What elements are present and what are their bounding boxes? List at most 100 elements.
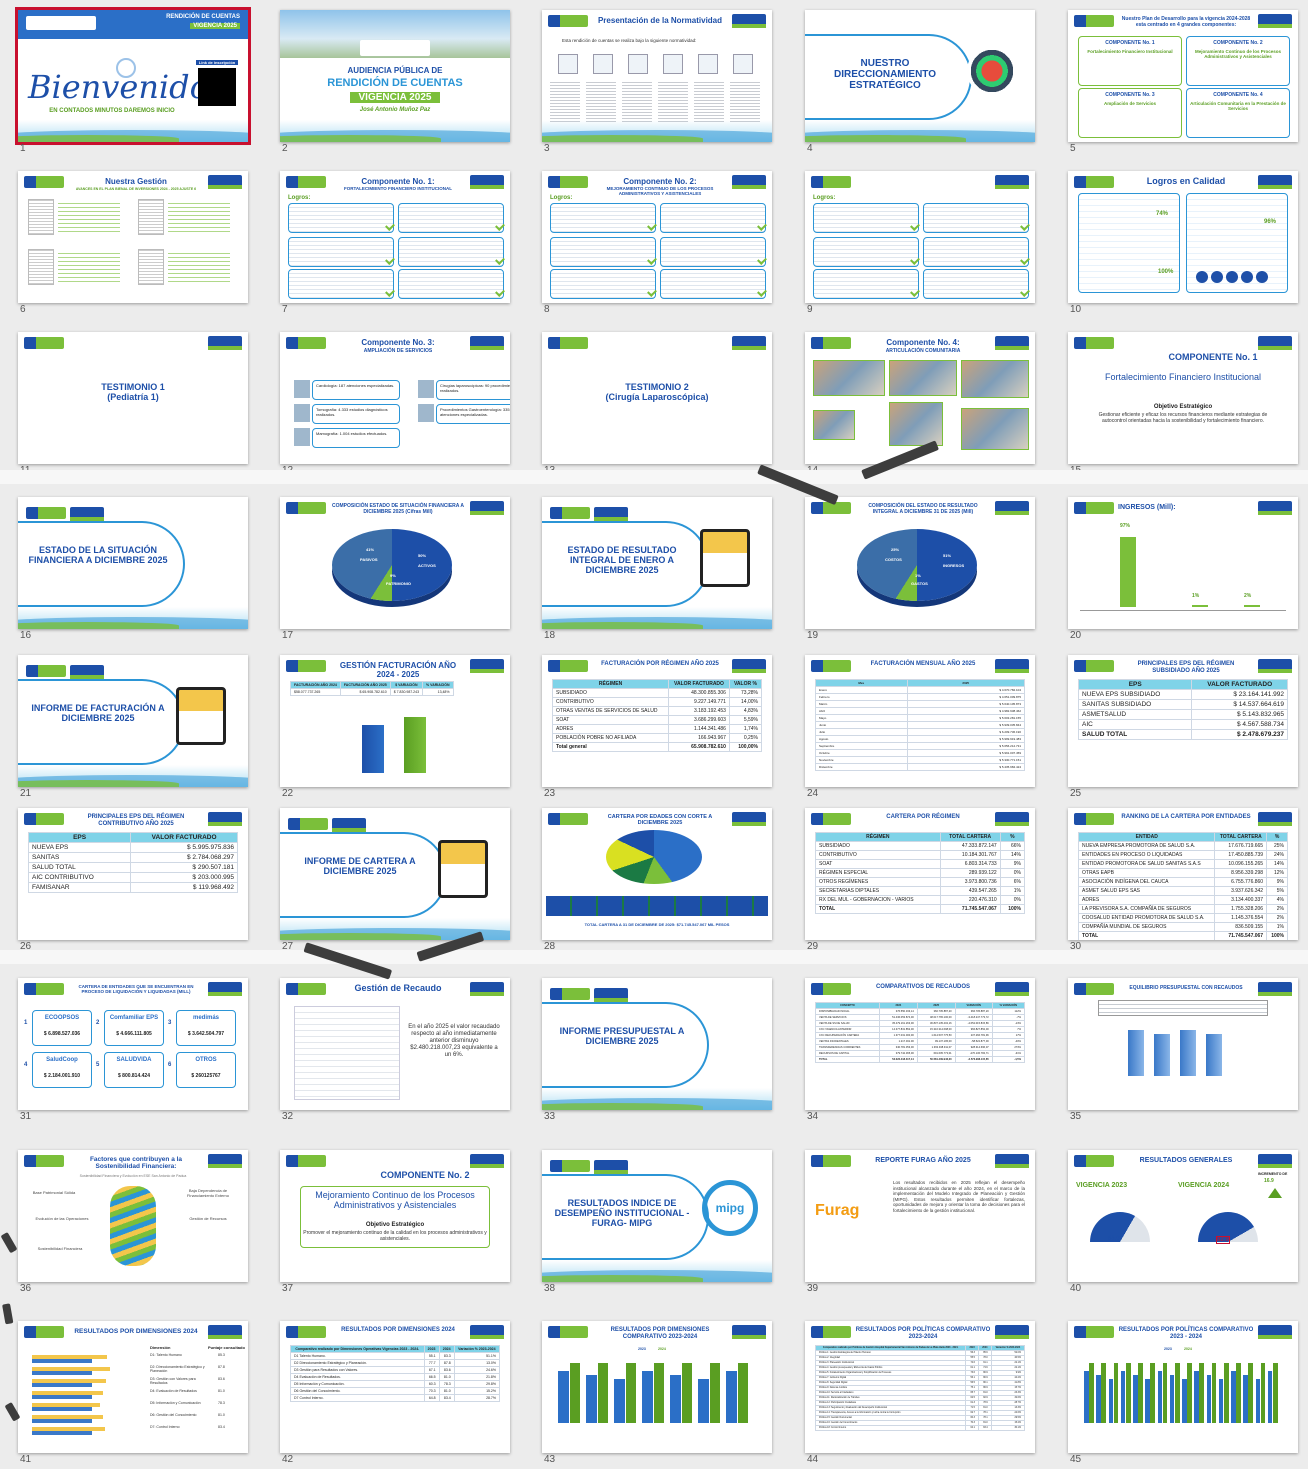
bar-2023 xyxy=(1133,1375,1138,1423)
year-badge: VIGENCIA 2025 xyxy=(190,23,240,29)
table-row: SUBSIDIADO 48.300.855.306 73,28% xyxy=(551,688,763,698)
table-cell: $ 7.830.987.243 xyxy=(389,688,424,696)
table-cell: 4% xyxy=(1266,895,1288,905)
slide-thumbnail-38[interactable]: RESULTADOS INDICE DE DESEMPEÑO INSTITUCI… xyxy=(542,1150,772,1282)
achievement-card xyxy=(550,203,656,233)
slide-thumbnail-23[interactable]: FACTURACIÓN POR RÉGIMEN AÑO 2025 RÉGIMEN V… xyxy=(542,655,772,787)
slide-thumbnail-6[interactable]: Nuestra Gestión AVANCES EN EL PLAN BIENAL… xyxy=(18,171,248,303)
slide-thumbnail-24[interactable]: FACTURACIÓN MENSUAL AÑO 2025 Mes 2025 Enero… xyxy=(805,655,1035,787)
table-cell: Junio xyxy=(815,721,908,729)
table-row: D2 Direccionamiento Estratégico y Planea… xyxy=(290,1359,501,1367)
total-label: TOTAL CARTERA A 31 DE DICIEMBRE DE 2025:… xyxy=(584,922,730,927)
hospital-logo xyxy=(1074,337,1114,349)
document-icon xyxy=(593,54,613,74)
slide-thumbnail-45[interactable]: RESULTADOS POR POLÍTICAS COMPARATIVO 202… xyxy=(1068,1321,1298,1453)
slide-thumbnail-16[interactable]: ESTADO DE LA SITUACIÓN FINANCIERA A DICI… xyxy=(18,497,248,629)
slide-thumbnail-7[interactable]: Componente No. 1: FORTALECIMIENTO FINANCI… xyxy=(280,171,510,303)
slide-number: 40 xyxy=(1070,1283,1082,1294)
slide-number: 2 xyxy=(282,143,288,154)
table-header: EPS VALOR FACTURADO xyxy=(1077,679,1288,690)
table-cell: 2023 xyxy=(423,1345,440,1353)
table-cell: $ 5.999.919.483 xyxy=(906,735,1025,743)
rendicion-logo xyxy=(70,665,104,679)
slide-thumbnail-25[interactable]: PRINCIPALES EPS DEL RÉGIMEN SUBSIDIADO A… xyxy=(1068,655,1298,787)
slide-thumbnail-30[interactable]: RANKING DE LA CARTERA POR ENTIDADES ENTID… xyxy=(1068,808,1298,940)
data-table: Comparativo realizado por Dimensiones Op… xyxy=(290,1345,501,1402)
slide-thumbnail-1[interactable]: RENDICIÓN DE CUENTAS VIGENCIA 2025 Bienven… xyxy=(15,7,251,145)
table-row: SALUD TOTAL $ 2.478.679.237 xyxy=(1077,729,1288,740)
slide-thumbnail-34[interactable]: COMPARATIVOS DE RECAUDOS CONCEPTO 2024 2025… xyxy=(805,978,1035,1110)
slide-thumbnail-32[interactable]: Gestión de Recaudo En el año 2025 el valo… xyxy=(280,978,510,1110)
slide-number: 1 xyxy=(20,143,26,154)
slide-thumbnail-42[interactable]: RESULTADOS POR DIMENSIONES 2024 Comparati… xyxy=(280,1321,510,1453)
bar-2023 xyxy=(1267,1371,1273,1423)
slide-thumbnail-12[interactable]: Componente No. 3: AMPLIACIÓN DE SERVICIOS… xyxy=(280,332,510,464)
slide-subtitle: Sostenibilidad Financiera y Evolución en… xyxy=(79,1174,187,1178)
rendicion-logo xyxy=(995,812,1029,826)
hospital-logo xyxy=(24,813,64,825)
slide-thumbnail-13[interactable]: TESTIMONIO 2 (Cirugía Laparoscópica) xyxy=(542,332,772,464)
table-cell: SANITAS SUBSIDIADO xyxy=(1077,699,1193,710)
section-title: INFORME PRESUPUESTAL A DICIEMBRE 2025 xyxy=(559,1026,685,1046)
slide-thumbnail-2[interactable]: AUDIENCIA PÚBLICA DE RENDICIÓN DE CUENTAS… xyxy=(280,10,510,142)
slide-title: RESULTADOS POR POLÍTICAS COMPARATIVO 202… xyxy=(855,1327,991,1340)
quality-icon xyxy=(1226,271,1238,283)
slide-title: CARTERA POR RÉGIMEN xyxy=(886,814,960,820)
table-cell: $ 6.209.736.190 xyxy=(906,728,1025,736)
slide-thumbnail-27[interactable]: INFORME DE CARTERA A DICIEMBRE 2025 xyxy=(280,808,510,940)
table-row: D4 Evaluación de Resultados. 66.5 81.0 21.8… xyxy=(290,1373,501,1381)
slide-thumbnail-11[interactable]: TESTIMONIO 1 (Pediatría 1) xyxy=(18,332,248,464)
slide-thumbnail-26[interactable]: PRINCIPALES EPS DEL RÉGIMEN CONTRIBUTIVO… xyxy=(18,808,248,940)
table-cell: $ 5.143.832.965 xyxy=(1191,709,1288,720)
slide-thumbnail-43[interactable]: RESULTADOS POR DIMENSIONES COMPARATIVO 2… xyxy=(542,1321,772,1453)
table-cell: Noviembre xyxy=(815,756,908,764)
hospital-logo xyxy=(286,1155,326,1167)
slide-thumbnail-29[interactable]: CARTERA POR RÉGIMEN RÉGIMEN TOTAL CARTERA%… xyxy=(805,808,1035,940)
table-row: D5 Información y Comunicación. 60.3 78.3 29… xyxy=(290,1380,501,1388)
hospital-logo xyxy=(811,1326,851,1338)
slide-thumbnail-35[interactable]: EQUILIBRIO PRESUPUESTAL CON RECAUDOS xyxy=(1068,978,1298,1110)
slide-thumbnail-33[interactable]: INFORME PRESUPUESTAL A DICIEMBRE 2025 xyxy=(542,978,772,1110)
slide-thumbnail-5[interactable]: Nuestro Plan de Desarrollo para la vigen… xyxy=(1068,10,1298,142)
hospital-logo xyxy=(548,337,588,349)
slide-thumbnail-31[interactable]: CARTERA DE ENTIDADES QUE SE ENCUENTRAN E… xyxy=(18,978,248,1110)
slide-thumbnail-39[interactable]: REPORTE FURAG AÑO 2025 Furag Los resultado… xyxy=(805,1150,1035,1282)
slide-title: Nuestra Gestión xyxy=(105,177,167,186)
slide-title: CARTERA DE ENTIDADES QUE SE ENCUENTRAN E… xyxy=(78,984,194,994)
slide-thumbnail-15[interactable]: COMPONENTE No. 1 Fortalecimiento Financie… xyxy=(1068,332,1298,464)
table-cell: D7 Control Interno. xyxy=(290,1394,425,1402)
bar-2023 xyxy=(32,1383,92,1387)
quality-percent: 74% xyxy=(1156,211,1169,217)
table-cell: ASOCIACIÓN INDÍGENA DEL CAUCA xyxy=(1077,877,1216,887)
table-row: Marzo $ 5.640.105.873 xyxy=(815,700,1025,708)
slide-subtitle: MEJORAMIENTO CONTINUO DE LOS PROCESOS AD… xyxy=(606,186,714,196)
slide-thumbnail-22[interactable]: GESTIÓN FACTURACIÓN AÑO 2024 - 2025 FACTU… xyxy=(280,655,510,787)
table-row: TOTAL 71.745.547.067 100% xyxy=(1077,931,1288,940)
slide-thumbnail-14[interactable]: Componente No. 4: ARTICULACIÓN COMUNITARI… xyxy=(805,332,1035,464)
slide-thumbnail-20[interactable]: INGRESOS (Mill): 97% 1% 2% xyxy=(1068,497,1298,629)
slide-thumbnail-17[interactable]: COMPOSICIÓN ESTADO DE SITUACIÓN FINANCIE… xyxy=(280,497,510,629)
slide-thumbnail-3[interactable]: Presentación de la Normatividad Esta rend… xyxy=(542,10,772,142)
rendicion-logo xyxy=(70,507,104,521)
slide-thumbnail-21[interactable]: INFORME DE FACTURACIÓN A DICIEMBRE 2025 xyxy=(18,655,248,787)
slide-thumbnail-19[interactable]: COMPOSICIÓN DEL ESTADO DE RESULTADO INTE… xyxy=(805,497,1035,629)
slide-thumbnail-41[interactable]: RESULTADOS POR DIMENSIONES 2024 D1: Talen… xyxy=(18,1321,248,1453)
slide-thumbnail-28[interactable]: CARTERA POR EDADES CON CORTE A DICIEMBRE… xyxy=(542,808,772,940)
slide-thumbnail-44[interactable]: RESULTADOS POR POLÍTICAS COMPARATIVO 202… xyxy=(805,1321,1035,1453)
logros-label: Logros: xyxy=(550,195,573,201)
slide-thumbnail-40[interactable]: RESULTADOS GENERALES VIGENCIA 2023 VIGENCI… xyxy=(1068,1150,1298,1282)
slide-thumbnail-36[interactable]: Factores que contribuyen a la Sostenibil… xyxy=(18,1150,248,1282)
table-cell: D4 Evaluación de Resultados. xyxy=(290,1373,425,1381)
slide-thumbnail-10[interactable]: Logros en Calidad 74% 96% 100% xyxy=(1068,171,1298,303)
component-subtitle: Ampliación de Servicios xyxy=(1103,101,1157,106)
slide-thumbnail-18[interactable]: ESTADO DE RESULTADO INTEGRAL DE ENERO A … xyxy=(542,497,772,629)
slide-thumbnail-4[interactable]: NUESTRO DIRECCIONAMIENTO ESTRATÉGICO xyxy=(805,10,1035,142)
slide-thumbnail-8[interactable]: Componente No. 2: MEJORAMIENTO CONTINUO D… xyxy=(542,171,772,303)
achievement-card xyxy=(550,237,656,267)
slide-thumbnail-37[interactable]: COMPONENTE No. 2 Mejoramiento Continuo de… xyxy=(280,1150,510,1282)
slide-thumbnail-9[interactable]: Logros: xyxy=(805,171,1035,303)
slide-title: RESULTADOS POR POLÍTICAS COMPARATIVO 202… xyxy=(1118,1327,1254,1340)
table-cell: NUEVA EMPRESA PROMOTORA DE SALUD S.A. xyxy=(1077,841,1216,851)
up-arrow-icon xyxy=(1268,1188,1282,1198)
table-cell: 50.581.409.946,20 xyxy=(916,1056,956,1063)
